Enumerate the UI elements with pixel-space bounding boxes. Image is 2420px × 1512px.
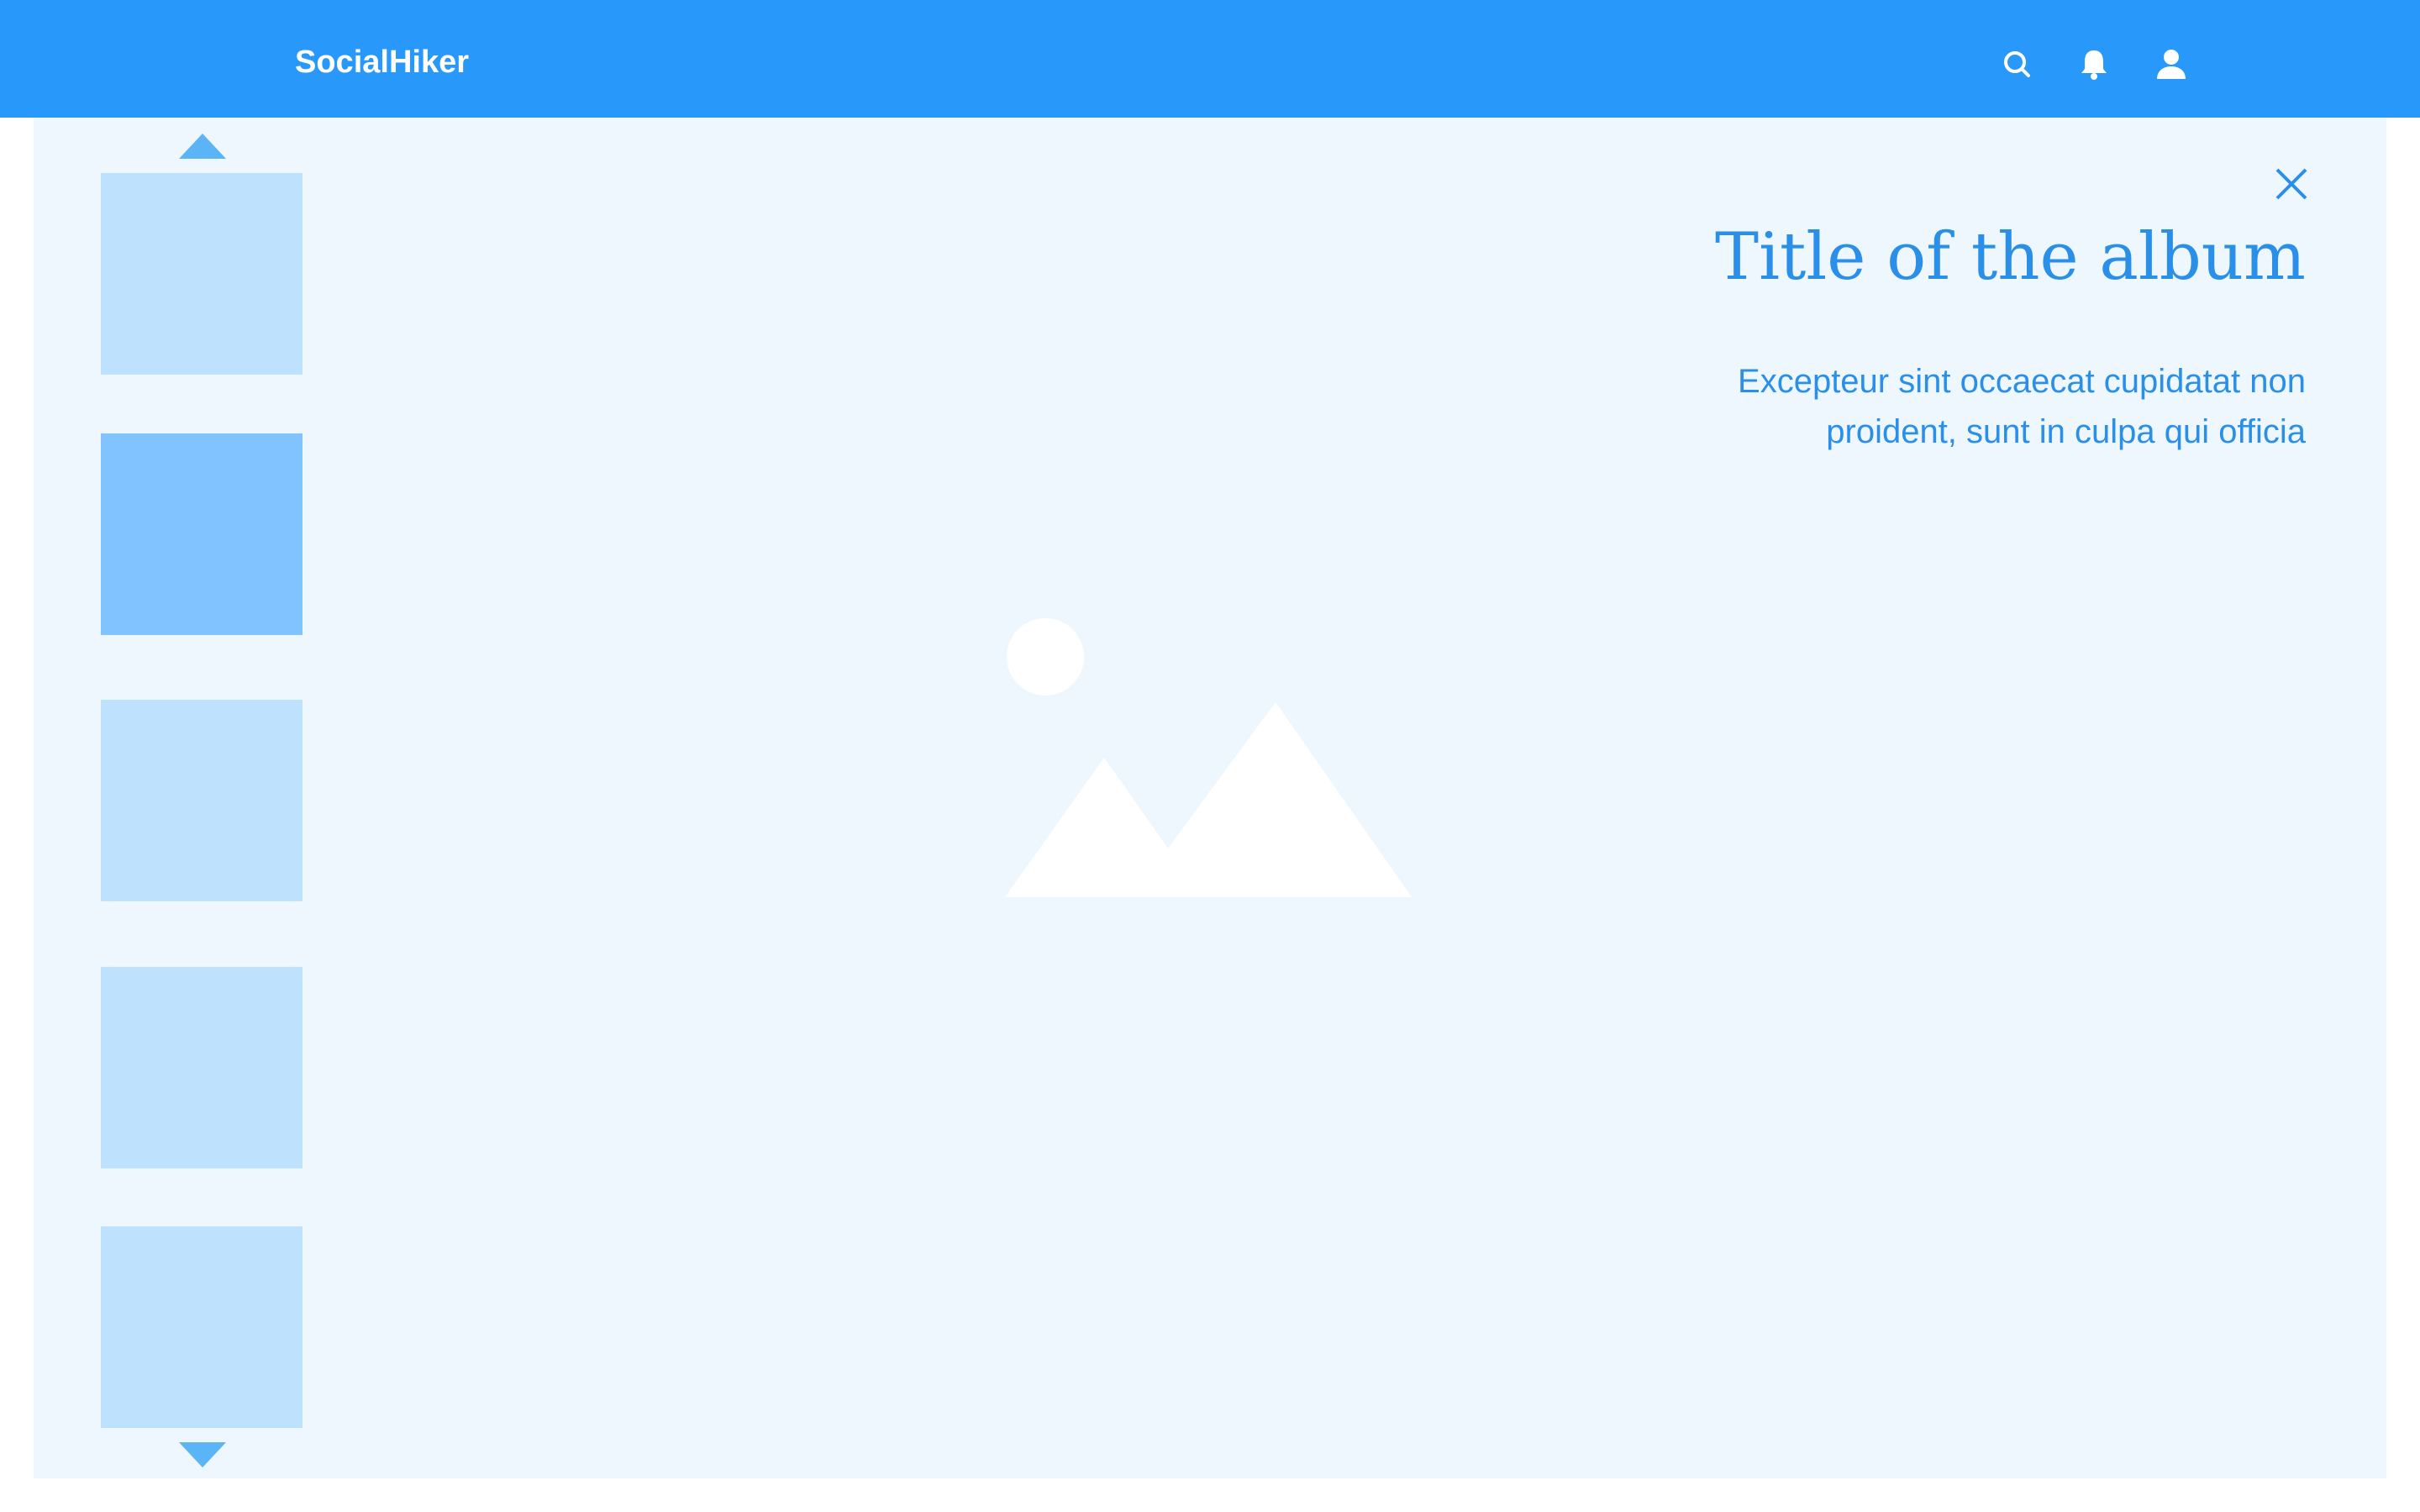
close-icon[interactable] xyxy=(2274,166,2309,202)
top-nav-bar: SocialHiker xyxy=(0,0,2420,118)
thumbnail-5[interactable] xyxy=(101,1226,302,1428)
image-placeholder-icon xyxy=(1005,617,1412,897)
search-icon[interactable] xyxy=(2000,47,2033,81)
bell-icon[interactable] xyxy=(2077,47,2111,81)
thumbnail-2-selected[interactable] xyxy=(101,433,302,635)
chevron-up-icon[interactable] xyxy=(179,134,226,159)
brand-logo[interactable]: SocialHiker xyxy=(295,42,469,82)
thumbnail-4[interactable] xyxy=(101,967,302,1168)
user-icon[interactable] xyxy=(2154,47,2188,81)
chevron-down-icon[interactable] xyxy=(179,1442,226,1467)
thumbnail-1[interactable] xyxy=(101,173,302,375)
album-title: Title of the album xyxy=(1715,219,2306,295)
thumbnail-3[interactable] xyxy=(101,700,302,901)
album-description: Excepteur sint occaecat cupidatat non pr… xyxy=(1738,363,2306,450)
